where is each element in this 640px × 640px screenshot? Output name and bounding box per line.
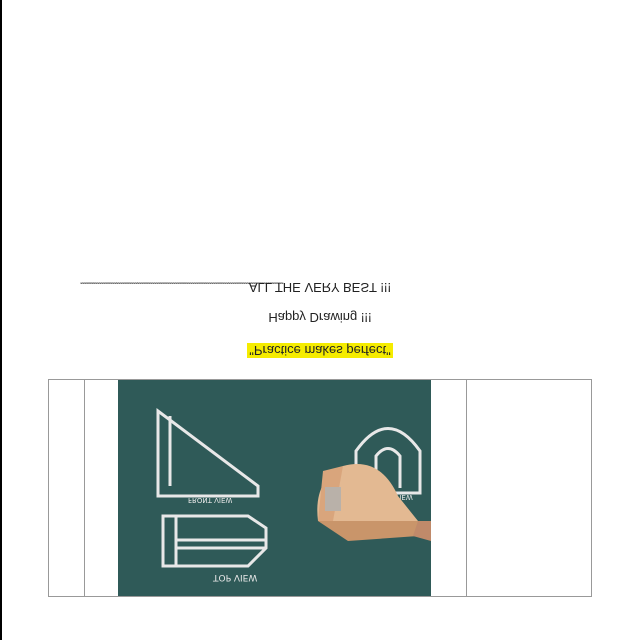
label-front-view: FRONT VIEW	[188, 496, 232, 504]
table-column-divider	[84, 380, 85, 596]
quote-line: "Practice makes perfect"	[0, 343, 640, 358]
chalkboard-drawing: TOP VIEW FRONT VIEW SIDE VIEW	[118, 380, 431, 596]
document-page: ****************************************…	[0, 0, 640, 640]
closing-line: ALL THE VERY BEST !!!	[248, 280, 392, 295]
chalkboard-photo: TOP VIEW FRONT VIEW SIDE VIEW	[118, 380, 431, 596]
highlighted-quote: "Practice makes perfect"	[247, 343, 393, 358]
greeting-line: Happy Drawing !!!	[268, 310, 372, 325]
model-sticker	[325, 487, 341, 511]
table-column-divider	[466, 380, 467, 596]
label-top-view: TOP VIEW	[212, 572, 257, 582]
